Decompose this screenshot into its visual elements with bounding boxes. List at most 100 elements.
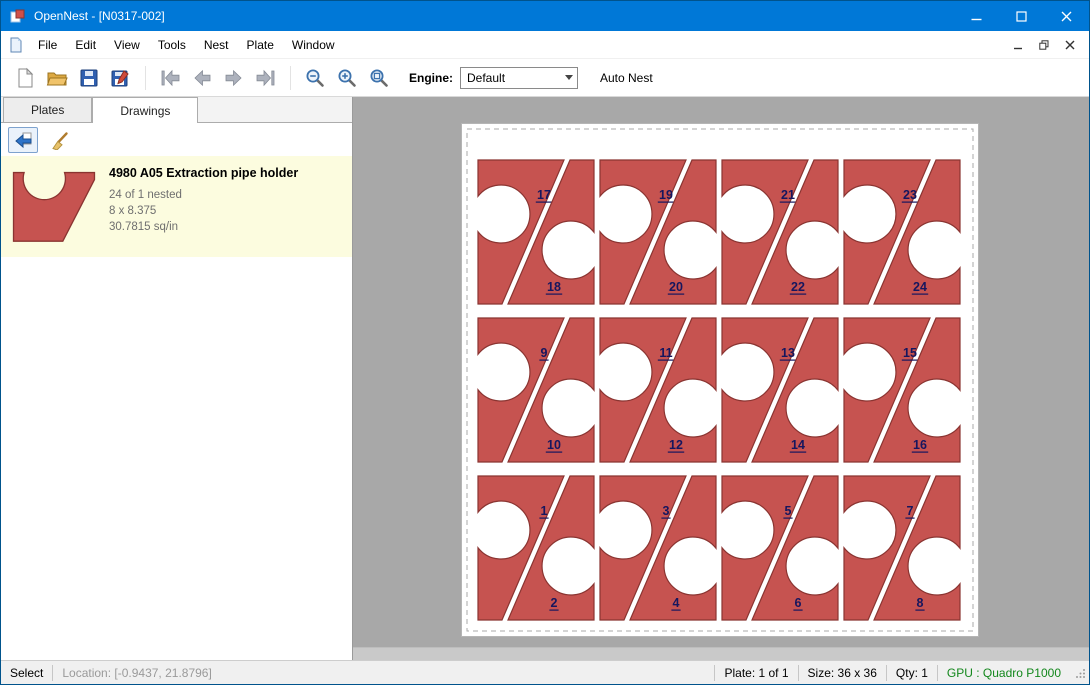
zoom-fit-button[interactable] bbox=[363, 63, 395, 93]
part-number-underline bbox=[902, 202, 918, 203]
save-icon bbox=[78, 67, 100, 89]
nav-prev-button[interactable] bbox=[186, 63, 218, 93]
part-number-underline bbox=[783, 518, 792, 519]
toolbar-separator bbox=[145, 66, 146, 90]
mdi-close-icon bbox=[1065, 40, 1075, 50]
menu-plate[interactable]: Plate bbox=[238, 31, 283, 58]
part-number-underline bbox=[658, 202, 674, 203]
nav-first-button[interactable] bbox=[154, 63, 186, 93]
menu-edit[interactable]: Edit bbox=[66, 31, 105, 58]
part-number[interactable]: 11 bbox=[659, 346, 672, 360]
drawings-list: 4980 A05 Extraction pipe holder 24 of 1 … bbox=[1, 156, 352, 660]
mdi-close-button[interactable] bbox=[1057, 34, 1083, 56]
new-file-button[interactable] bbox=[9, 63, 41, 93]
part-number[interactable]: 18 bbox=[547, 280, 561, 294]
part-number-underline bbox=[536, 202, 552, 203]
part-number[interactable]: 22 bbox=[791, 280, 805, 294]
mdi-window-controls bbox=[1005, 34, 1089, 56]
part-number[interactable]: 23 bbox=[903, 188, 917, 202]
chevron-down-icon[interactable] bbox=[560, 68, 577, 88]
broom-icon bbox=[50, 130, 70, 150]
part-number[interactable]: 9 bbox=[541, 346, 548, 360]
part-number[interactable]: 1 bbox=[541, 504, 548, 518]
nav-next-button[interactable] bbox=[218, 63, 250, 93]
part-number-underline bbox=[658, 360, 674, 361]
menu-file[interactable]: File bbox=[29, 31, 66, 58]
part-number[interactable]: 14 bbox=[791, 438, 805, 452]
mdi-minimize-button[interactable] bbox=[1005, 34, 1031, 56]
part-number[interactable]: 3 bbox=[663, 504, 670, 518]
previous-plate-icon bbox=[191, 67, 213, 89]
canvas-horizontal-scrollbar[interactable] bbox=[353, 647, 1089, 660]
menu-view[interactable]: View bbox=[105, 31, 149, 58]
part-number[interactable]: 24 bbox=[913, 280, 927, 294]
open-file-button[interactable] bbox=[41, 63, 73, 93]
part-number-underline bbox=[780, 202, 796, 203]
app-window: OpenNest - [N0317-002] File Edit View To… bbox=[0, 0, 1090, 685]
part-number[interactable]: 19 bbox=[659, 188, 673, 202]
part-number[interactable]: 8 bbox=[917, 596, 924, 610]
tab-plates[interactable]: Plates bbox=[3, 97, 92, 122]
part-number[interactable]: 21 bbox=[781, 188, 795, 202]
toolbar-separator bbox=[290, 66, 291, 90]
drawing-title: 4980 A05 Extraction pipe holder bbox=[109, 166, 298, 180]
nesting-canvas[interactable]: 171819202122232491011121314151612345678 bbox=[353, 97, 1089, 660]
nav-last-button[interactable] bbox=[250, 63, 282, 93]
status-bar: Select Location: [-0.9437, 21.8796] Plat… bbox=[1, 660, 1089, 684]
zoom-in-button[interactable] bbox=[331, 63, 363, 93]
save-button[interactable] bbox=[73, 63, 105, 93]
part-number[interactable]: 12 bbox=[669, 438, 683, 452]
clear-button[interactable] bbox=[45, 127, 75, 153]
minimize-button[interactable] bbox=[954, 1, 999, 31]
tab-drawings[interactable]: Drawings bbox=[92, 97, 198, 123]
title-bar[interactable]: OpenNest - [N0317-002] bbox=[1, 1, 1089, 31]
menu-nest[interactable]: Nest bbox=[195, 31, 238, 58]
auto-nest-button[interactable]: Auto Nest bbox=[594, 68, 659, 88]
menu-bar: File Edit View Tools Nest Plate Window bbox=[1, 31, 1089, 59]
mdi-restore-button[interactable] bbox=[1031, 34, 1057, 56]
close-button[interactable] bbox=[1044, 1, 1089, 31]
part-number-underline bbox=[661, 518, 670, 519]
part-number[interactable]: 17 bbox=[537, 188, 551, 202]
document-system-icon[interactable] bbox=[9, 37, 23, 53]
part-number[interactable]: 10 bbox=[547, 438, 561, 452]
drawing-list-item[interactable]: 4980 A05 Extraction pipe holder 24 of 1 … bbox=[1, 156, 352, 257]
part-number-underline bbox=[912, 294, 928, 295]
status-size: Size: 36 x 36 bbox=[799, 661, 886, 684]
open-folder-icon bbox=[46, 67, 68, 89]
nested-pair: 23 24 bbox=[844, 160, 960, 304]
menu-tools[interactable]: Tools bbox=[149, 31, 195, 58]
zoom-out-button[interactable] bbox=[299, 63, 331, 93]
part-number-underline bbox=[902, 360, 918, 361]
part-number[interactable]: 20 bbox=[669, 280, 683, 294]
part-number-underline bbox=[915, 610, 924, 611]
status-mode: Select bbox=[1, 661, 52, 684]
part-number[interactable]: 5 bbox=[785, 504, 792, 518]
part-number[interactable]: 2 bbox=[551, 596, 558, 610]
nest-plate-svg[interactable]: 171819202122232491011121314151612345678 bbox=[462, 124, 978, 636]
canvas-viewport[interactable]: 171819202122232491011121314151612345678 bbox=[353, 97, 1089, 647]
nested-pair: 1516 bbox=[844, 318, 960, 462]
status-qty: Qty: 1 bbox=[887, 661, 937, 684]
nested-pair: 9 10 bbox=[478, 318, 594, 462]
save-as-button[interactable] bbox=[105, 63, 137, 93]
maximize-icon bbox=[1016, 11, 1027, 22]
part-number[interactable]: 7 bbox=[907, 504, 914, 518]
maximize-button[interactable] bbox=[999, 1, 1044, 31]
first-plate-icon bbox=[159, 67, 181, 89]
engine-select[interactable]: Default bbox=[460, 67, 578, 89]
plate-sheet[interactable]: 171819202122232491011121314151612345678 bbox=[461, 123, 979, 637]
menu-window[interactable]: Window bbox=[283, 31, 344, 58]
part-number[interactable]: 6 bbox=[795, 596, 802, 610]
new-file-icon bbox=[14, 67, 36, 89]
part-number[interactable]: 4 bbox=[673, 596, 680, 610]
part-number[interactable]: 15 bbox=[903, 346, 917, 360]
part-number[interactable]: 13 bbox=[781, 346, 795, 360]
drawing-size: 8 x 8.375 bbox=[109, 203, 298, 219]
part-number[interactable]: 16 bbox=[913, 438, 927, 452]
part-number-underline bbox=[668, 452, 684, 453]
return-arrow-button[interactable] bbox=[8, 127, 38, 153]
status-plate: Plate: 1 of 1 bbox=[715, 661, 797, 684]
resize-grip[interactable] bbox=[1070, 668, 1089, 678]
part-number-underline bbox=[546, 294, 562, 295]
